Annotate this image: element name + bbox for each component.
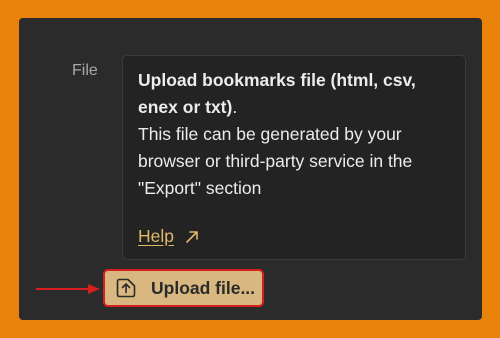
upload-file-icon	[116, 278, 136, 298]
help-link-label[interactable]: Help	[138, 226, 174, 246]
external-link-arrow-icon	[186, 231, 198, 244]
help-link[interactable]: Help	[138, 223, 199, 250]
file-field-label: File	[72, 62, 98, 79]
info-title-suffix: .	[232, 97, 238, 117]
pointer-arrow-icon	[36, 284, 100, 294]
upload-panel: File Upload bookmarks file (html, csv, e…	[19, 18, 482, 320]
info-title: Upload bookmarks file (html, csv, enex o…	[138, 70, 416, 117]
upload-file-button-label: Upload file...	[151, 278, 256, 298]
upload-file-button[interactable]: Upload file...	[103, 269, 264, 307]
info-description: This file can be generated by your brows…	[138, 124, 413, 198]
upload-info-box: Upload bookmarks file (html, csv, enex o…	[122, 55, 466, 260]
